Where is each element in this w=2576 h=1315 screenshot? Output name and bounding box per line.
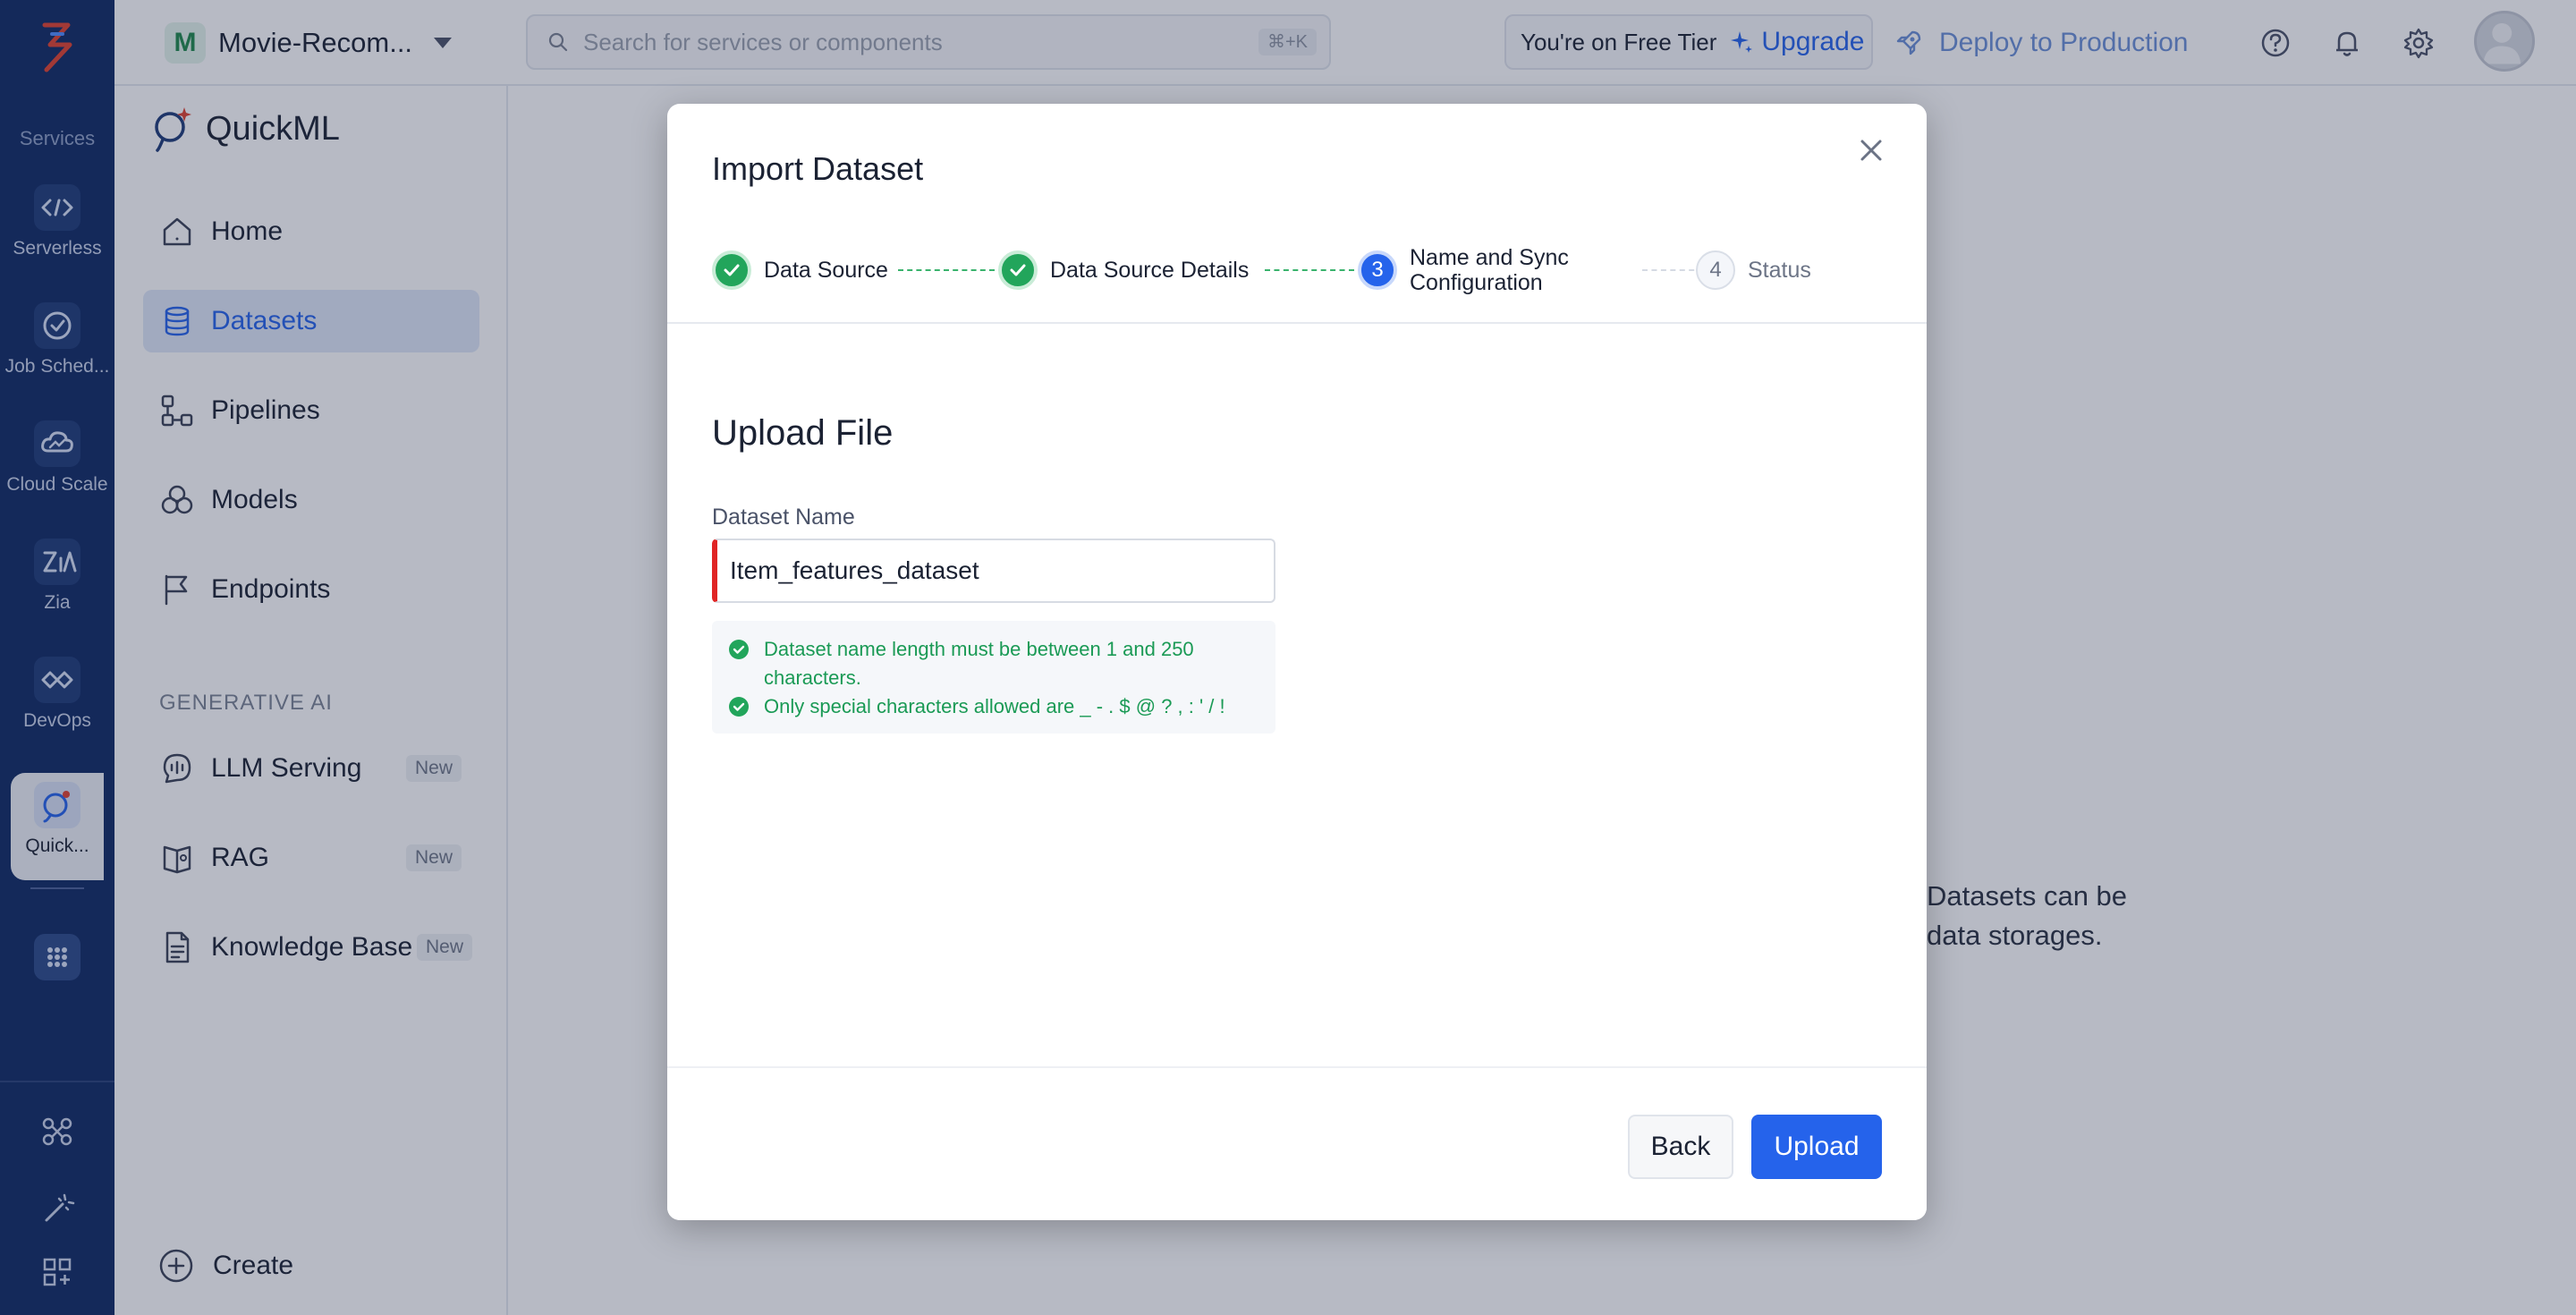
step-data-source: Data Source	[712, 234, 888, 306]
dataset-name-label: Dataset Name	[712, 505, 855, 530]
dataset-name-input[interactable]	[712, 539, 1275, 603]
check-icon	[1010, 264, 1026, 276]
section-title: Upload File	[712, 413, 894, 453]
validation-rule-line: Dataset name length must be between 1 an…	[764, 638, 1194, 660]
step-number-badge: 4	[1696, 250, 1735, 290]
step-data-source-details: Data Source Details	[998, 234, 1249, 306]
step-name-sync-configuration: 3 Name and Sync Configuration	[1358, 234, 1569, 306]
stepper: Data Source Data Source Details 3 Name a…	[712, 234, 1893, 306]
step-complete-badge	[712, 250, 751, 290]
step-label: Status	[1748, 258, 1811, 283]
step-label-line: Configuration	[1410, 270, 1543, 295]
validation-rule: Only special characters allowed are _ - …	[728, 692, 1259, 721]
upload-button[interactable]: Upload	[1751, 1115, 1882, 1179]
modal-footer: Back Upload	[667, 1066, 1927, 1220]
validation-rule-text: Only special characters allowed are _ - …	[764, 695, 1225, 717]
step-label: Name and Sync Configuration	[1410, 245, 1569, 295]
step-connector	[898, 269, 995, 271]
step-connector	[1265, 269, 1354, 271]
back-button[interactable]: Back	[1628, 1115, 1733, 1179]
step-label: Data Source Details	[1050, 258, 1250, 283]
import-dataset-modal: Import Dataset Data Source Data Source D…	[667, 104, 1927, 1220]
step-status: 4 Status	[1696, 234, 1811, 306]
validation-rule-text: Dataset name length must be between 1 an…	[764, 635, 1194, 692]
step-label: Data Source	[764, 258, 888, 283]
step-label-line: Name and Sync	[1410, 245, 1569, 270]
close-icon[interactable]	[1850, 129, 1893, 172]
modal-title: Import Dataset	[712, 150, 924, 187]
validation-rules: Dataset name length must be between 1 an…	[712, 621, 1275, 734]
check-circle-icon	[729, 640, 749, 659]
check-circle-icon	[729, 697, 749, 717]
step-number-badge: 3	[1358, 250, 1397, 290]
validation-rule-line: characters.	[764, 666, 861, 689]
check-icon	[724, 264, 740, 276]
step-complete-badge	[998, 250, 1038, 290]
modal-divider	[667, 322, 1927, 324]
validation-rule: Dataset name length must be between 1 an…	[728, 635, 1259, 692]
